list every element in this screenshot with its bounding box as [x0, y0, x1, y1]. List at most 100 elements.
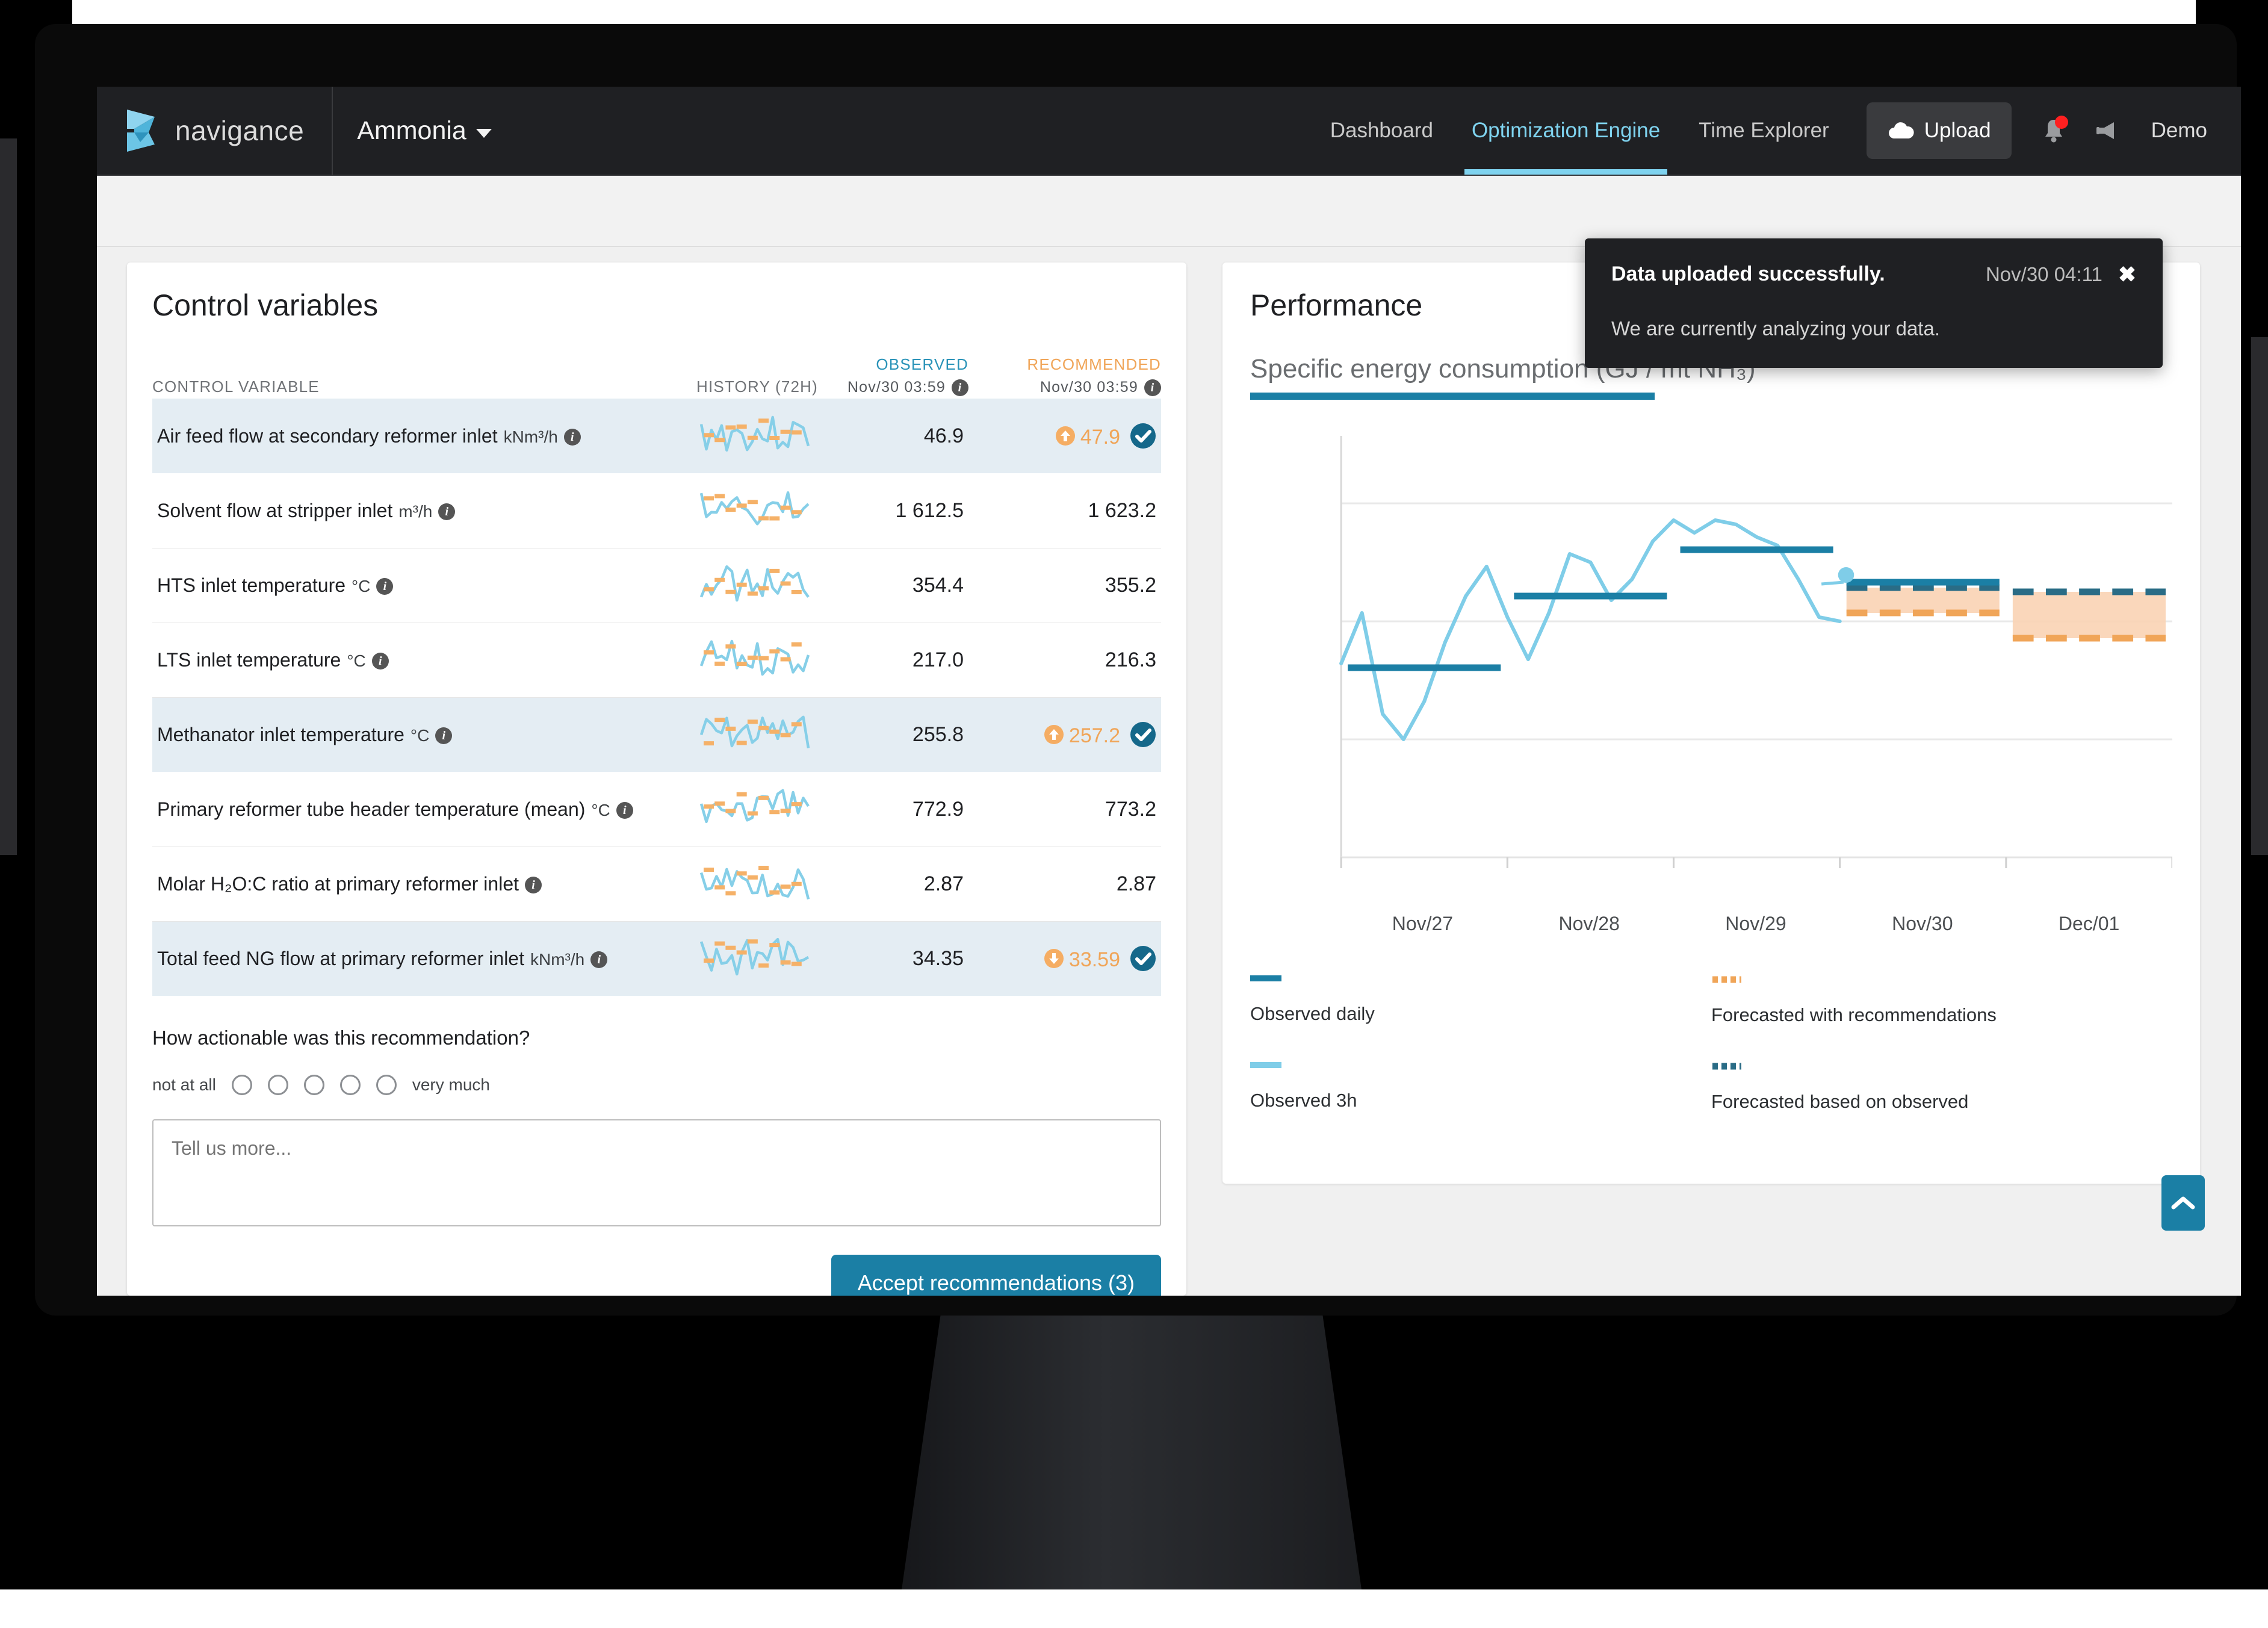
recommended-value: 216.3 — [1105, 648, 1156, 671]
legend-item[interactable]: Forecasted based on observed — [1711, 1062, 2172, 1113]
rating-option-1[interactable] — [231, 1074, 252, 1095]
brand-area[interactable]: navigance — [97, 87, 333, 175]
history-cell[interactable] — [692, 623, 818, 697]
x-axis-tick-1: Nov/28 — [1558, 913, 1620, 934]
table-row[interactable]: Air feed flow at secondary reformer inle… — [152, 399, 1161, 474]
table-row[interactable]: Solvent flow at stripper inlet m³/h i 1 61… — [152, 473, 1161, 548]
history-cell[interactable] — [692, 399, 818, 473]
info-icon[interactable]: i — [525, 877, 542, 894]
trend-up-icon — [1055, 426, 1075, 446]
cloud-upload-icon — [1888, 122, 1914, 138]
notification-badge — [2054, 116, 2068, 129]
scroll-to-top-button[interactable] — [2161, 1175, 2205, 1231]
rating-option-4[interactable] — [339, 1074, 361, 1095]
info-icon[interactable]: i — [1144, 379, 1161, 397]
variable-name-cell: HTS inlet temperature °C i — [152, 548, 692, 623]
legend-swatch — [1250, 1062, 1281, 1068]
info-icon[interactable]: i — [590, 951, 608, 969]
user-menu-label: Demo — [2151, 119, 2207, 142]
info-icon[interactable]: i — [952, 379, 968, 397]
table-row[interactable]: Methanator inlet temperature °C i 255.8 25… — [152, 697, 1161, 772]
table-head: CONTROL VARIABLE HISTORY (72H) OBSERVED … — [152, 355, 1161, 399]
table-row[interactable]: Total feed NG flow at primary reformer i… — [152, 921, 1161, 996]
toast-message: We are currently analyzing your data. — [1611, 317, 1940, 340]
rating-option-3[interactable] — [303, 1074, 324, 1095]
legend-item[interactable]: Observed daily — [1250, 975, 1711, 1026]
column-header-observed-time-row: Nov/30 03:59 i — [818, 374, 968, 397]
table-row[interactable]: LTS inlet temperature °C i 217.0 216.3 — [152, 623, 1161, 698]
trend-down-icon — [1044, 949, 1064, 969]
variable-name: LTS inlet temperature — [157, 648, 341, 671]
observed-value-cell: 1 612.5 — [895, 499, 964, 522]
nav-item-dashboard[interactable]: Dashboard — [1311, 87, 1452, 175]
legend-label: Observed 3h — [1250, 1090, 1357, 1111]
x-axis-tick-3: Nov/30 — [1892, 913, 1953, 934]
legend-item[interactable]: Observed 3h — [1250, 1062, 1711, 1113]
feedback-rating-scale: not at all very much — [152, 1074, 1161, 1095]
accepted-check-icon[interactable] — [1130, 945, 1156, 972]
scene: navigance Ammonia Dashboard Optimization… — [0, 0, 2268, 1628]
user-menu[interactable]: Demo — [2137, 87, 2213, 175]
x-axis-tick-2: Nov/29 — [1725, 913, 1786, 934]
history-cell[interactable] — [692, 697, 818, 772]
rating-option-2[interactable] — [267, 1074, 288, 1095]
legend-item[interactable]: Forecasted with recommendations — [1711, 975, 2172, 1026]
feedback-question: How actionable was this recommendation? — [152, 1026, 530, 1049]
plant-name: Ammonia — [357, 116, 466, 145]
nav-item-time-explorer[interactable]: Time Explorer — [1679, 87, 1848, 175]
history-cell[interactable] — [692, 921, 818, 996]
rating-option-5[interactable] — [376, 1074, 397, 1095]
close-icon[interactable]: ✖ — [2118, 263, 2136, 285]
page-title: Control variables — [152, 288, 379, 322]
legend-label: Forecasted with recommendations — [1711, 1004, 1997, 1025]
chart-title-underline — [1250, 393, 1655, 400]
variable-name-cell: Primary reformer tube header temperature… — [152, 772, 692, 847]
column-header-history: HISTORY (72H) — [696, 377, 818, 396]
accept-recommendations-button[interactable]: Accept recommendations (3) — [831, 1254, 1161, 1296]
x-axis-tick-0: Nov/27 — [1392, 913, 1454, 934]
info-icon[interactable]: i — [563, 429, 581, 446]
column-header-variable: CONTROL VARIABLE — [152, 377, 320, 396]
info-icon[interactable]: i — [438, 503, 456, 521]
accepted-check-icon[interactable] — [1130, 721, 1156, 748]
observed-value-cell: 354.4 — [912, 573, 964, 597]
info-icon[interactable]: i — [616, 802, 633, 819]
performance-chart[interactable] — [1250, 424, 2172, 912]
feedback-actions: Accept recommendations (3) — [152, 1254, 1161, 1296]
observed-value-cell: 255.8 — [912, 722, 964, 746]
control-variables-panel: Control variables CONTROL VARIABLE HISTO… — [127, 263, 1186, 1296]
history-cell[interactable] — [692, 772, 818, 847]
history-cell[interactable] — [692, 473, 818, 548]
info-icon[interactable]: i — [435, 727, 453, 745]
recommended-value: 47.9 — [1080, 426, 1120, 449]
observed-value-cell: 217.0 — [912, 648, 964, 671]
upload-button[interactable]: Upload — [1866, 102, 2012, 159]
table-row[interactable]: Molar H₂O:C ratio at primary reformer in… — [152, 847, 1161, 922]
legend-swatch — [1250, 975, 1281, 981]
variable-name: HTS inlet temperature — [157, 574, 346, 596]
monitor-bezel: navigance Ammonia Dashboard Optimization… — [35, 24, 2241, 1316]
notifications-button[interactable] — [2027, 87, 2080, 175]
info-icon[interactable]: i — [376, 578, 394, 595]
floor-base — [0, 1621, 2268, 1628]
nav-item-optimization-engine[interactable]: Optimization Engine — [1452, 87, 1679, 175]
plant-selector[interactable]: Ammonia — [333, 87, 516, 175]
table-row[interactable]: Primary reformer tube header temperature… — [152, 772, 1161, 847]
x-axis-tick-4: Dec/01 — [2058, 913, 2120, 934]
announcements-button[interactable] — [2080, 87, 2137, 175]
chart-x-axis-labels: Nov/27 Nov/28 Nov/29 Nov/30 Dec/01 — [1250, 913, 2172, 935]
history-sparkline — [699, 715, 810, 748]
history-cell[interactable] — [692, 548, 818, 623]
column-header-observed-time: Nov/30 03:59 — [847, 379, 946, 396]
backdrop-right-inner — [2251, 337, 2268, 855]
column-header-observed-label: OBSERVED — [876, 355, 968, 373]
recommended-value: 257.2 — [1068, 724, 1120, 748]
table-row[interactable]: HTS inlet temperature °C i 354.4 355.2 — [152, 548, 1161, 623]
feedback-textarea[interactable] — [152, 1119, 1161, 1226]
recommended-value: 2.87 — [1116, 872, 1156, 895]
history-cell[interactable] — [692, 847, 818, 921]
megaphone-icon — [2096, 122, 2114, 139]
accepted-check-icon[interactable] — [1130, 423, 1156, 449]
recommended-value-cell: 47.9 — [968, 399, 1161, 473]
info-icon[interactable]: i — [371, 653, 389, 670]
